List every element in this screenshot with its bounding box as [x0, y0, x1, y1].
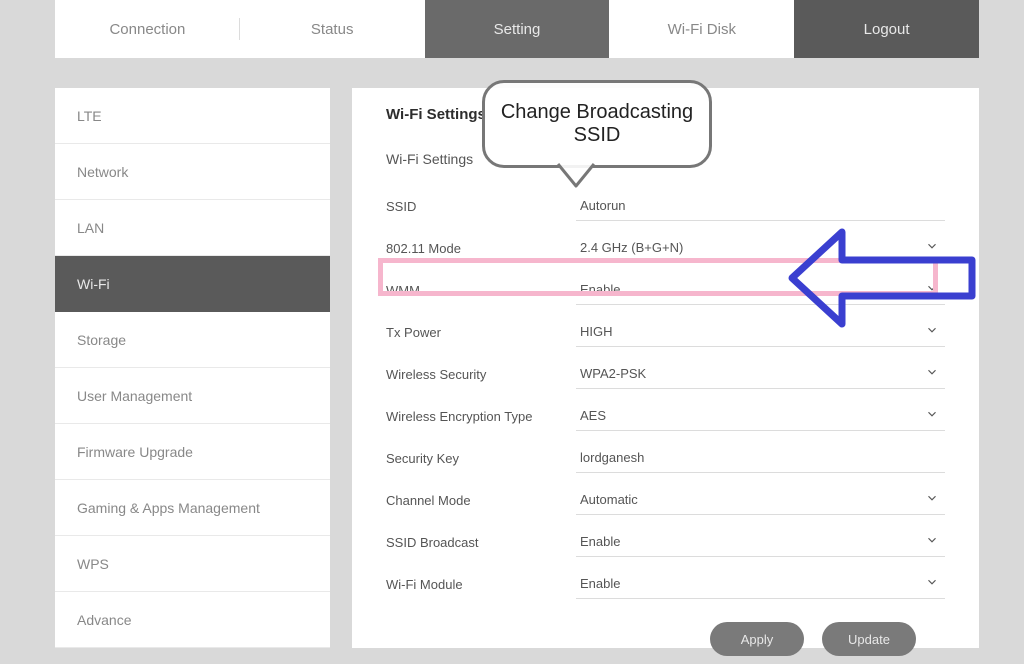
- sidebar-item-label: User Management: [77, 388, 192, 404]
- chevron-down-icon: [925, 407, 939, 424]
- field-value: lordganesh: [580, 450, 644, 465]
- tab-wifi-disk[interactable]: Wi-Fi Disk: [609, 0, 794, 58]
- security-key-input[interactable]: lordganesh: [576, 443, 945, 473]
- field-value: Automatic: [580, 492, 638, 507]
- chevron-down-icon: [925, 533, 939, 550]
- main-panel: Wi-Fi Settings Wi-Fi Settings SSID Autor…: [352, 88, 979, 648]
- channel-select[interactable]: Automatic: [576, 485, 945, 515]
- row-wireless-security: Wireless Security WPA2-PSK: [386, 353, 945, 395]
- field-label: Wireless Encryption Type: [386, 409, 576, 424]
- sidebar-item-firmware[interactable]: Firmware Upgrade: [55, 424, 330, 480]
- chevron-down-icon: [925, 575, 939, 592]
- chevron-down-icon: [925, 281, 939, 298]
- sidebar-item-storage[interactable]: Storage: [55, 312, 330, 368]
- field-label: Wi-Fi Module: [386, 577, 576, 592]
- mode-select[interactable]: 2.4 GHz (B+G+N): [576, 233, 945, 263]
- tab-connection[interactable]: Connection: [55, 0, 240, 58]
- chevron-down-icon: [925, 491, 939, 508]
- row-encryption-type: Wireless Encryption Type AES: [386, 395, 945, 437]
- tab-label: Status: [311, 21, 354, 38]
- sidebar-item-label: Wi-Fi: [77, 276, 110, 292]
- field-value: WPA2-PSK: [580, 366, 646, 381]
- row-tx-power: Tx Power HIGH: [386, 311, 945, 353]
- field-value: Enable: [580, 576, 620, 591]
- txpower-select[interactable]: HIGH: [576, 317, 945, 347]
- sidebar-item-lte[interactable]: LTE: [55, 88, 330, 144]
- row-wmm: WMM Enable: [386, 269, 945, 311]
- field-label: Channel Mode: [386, 493, 576, 508]
- ssid-input[interactable]: Autorun: [576, 191, 945, 221]
- field-label: WMM: [386, 283, 576, 298]
- row-security-key: Security Key lordganesh: [386, 437, 945, 479]
- field-value: Enable: [580, 534, 620, 549]
- sidebar: LTE Network LAN Wi-Fi Storage User Manag…: [55, 88, 330, 648]
- sidebar-item-label: LAN: [77, 220, 104, 236]
- sidebar-item-label: Storage: [77, 332, 126, 348]
- sidebar-item-gaming[interactable]: Gaming & Apps Management: [55, 480, 330, 536]
- sidebar-item-label: Network: [77, 164, 128, 180]
- sidebar-item-label: Firmware Upgrade: [77, 444, 193, 460]
- row-80211-mode: 802.11 Mode 2.4 GHz (B+G+N): [386, 227, 945, 269]
- sidebar-item-lan[interactable]: LAN: [55, 200, 330, 256]
- wmm-select[interactable]: Enable: [576, 275, 945, 305]
- top-nav: Connection Status Setting Wi-Fi Disk Log…: [55, 0, 979, 58]
- field-label: Tx Power: [386, 325, 576, 340]
- field-label: Wireless Security: [386, 367, 576, 382]
- tab-setting[interactable]: Setting: [425, 0, 610, 58]
- sidebar-item-label: WPS: [77, 556, 109, 572]
- tab-label: Setting: [494, 21, 541, 38]
- wifi-module-select[interactable]: Enable: [576, 569, 945, 599]
- encryption-select[interactable]: AES: [576, 401, 945, 431]
- sidebar-item-advance[interactable]: Advance: [55, 592, 330, 648]
- field-value: AES: [580, 408, 606, 423]
- button-bar: Apply Update: [710, 622, 916, 656]
- update-button[interactable]: Update: [822, 622, 916, 656]
- sidebar-item-label: Advance: [77, 612, 131, 628]
- apply-button[interactable]: Apply: [710, 622, 804, 656]
- field-label: Security Key: [386, 451, 576, 466]
- sidebar-item-network[interactable]: Network: [55, 144, 330, 200]
- ssid-broadcast-select[interactable]: Enable: [576, 527, 945, 557]
- tab-status[interactable]: Status: [240, 0, 425, 58]
- field-label: SSID: [386, 199, 576, 214]
- field-value: HIGH: [580, 324, 613, 339]
- tab-label: Wi-Fi Disk: [668, 21, 736, 38]
- security-select[interactable]: WPA2-PSK: [576, 359, 945, 389]
- field-value: 2.4 GHz (B+G+N): [580, 240, 683, 255]
- tab-label: Logout: [864, 21, 910, 38]
- row-ssid-broadcast: SSID Broadcast Enable: [386, 521, 945, 563]
- tab-logout[interactable]: Logout: [794, 0, 979, 58]
- tab-label: Connection: [109, 21, 185, 38]
- sidebar-item-label: LTE: [77, 108, 102, 124]
- row-wifi-module: Wi-Fi Module Enable: [386, 563, 945, 605]
- row-channel-mode: Channel Mode Automatic: [386, 479, 945, 521]
- field-label: 802.11 Mode: [386, 241, 576, 256]
- field-value: Autorun: [580, 198, 626, 213]
- sidebar-item-wifi[interactable]: Wi-Fi: [55, 256, 330, 312]
- button-label: Apply: [741, 632, 774, 647]
- page-title: Wi-Fi Settings: [386, 106, 945, 123]
- sidebar-item-label: Gaming & Apps Management: [77, 500, 260, 516]
- sidebar-item-user-mgmt[interactable]: User Management: [55, 368, 330, 424]
- chevron-down-icon: [925, 365, 939, 382]
- chevron-down-icon: [925, 323, 939, 340]
- button-label: Update: [848, 632, 890, 647]
- section-title: Wi-Fi Settings: [386, 151, 945, 167]
- field-label: SSID Broadcast: [386, 535, 576, 550]
- sidebar-item-wps[interactable]: WPS: [55, 536, 330, 592]
- row-ssid: SSID Autorun: [386, 185, 945, 227]
- field-value: Enable: [580, 282, 620, 297]
- chevron-down-icon: [925, 239, 939, 256]
